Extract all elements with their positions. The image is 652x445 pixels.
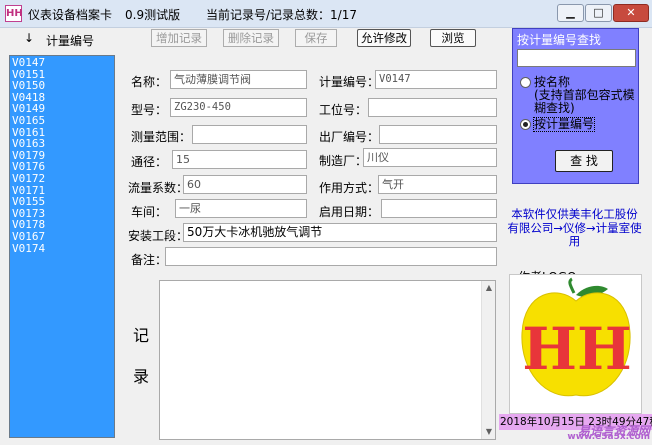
logo-stem xyxy=(568,277,576,294)
position-label: 工位号： xyxy=(319,103,368,117)
watermark-url: www.e5a5x.com xyxy=(567,432,650,442)
allow-edit-button[interactable]: 允许修改 xyxy=(357,29,411,47)
list-item[interactable]: V0174 xyxy=(12,242,112,255)
bore-field[interactable]: 15 xyxy=(172,150,307,169)
bore-label: 通径： xyxy=(131,155,168,169)
range-field[interactable] xyxy=(192,125,307,144)
list-item[interactable]: V0155 xyxy=(12,196,112,208)
range-label: 测量范围： xyxy=(131,130,192,144)
scroll-down-icon[interactable]: ▼ xyxy=(482,425,496,439)
radio-by-name-hint: (支持首部包容式模糊查找) xyxy=(534,88,635,115)
position-field[interactable] xyxy=(368,98,497,117)
serial-label: 出厂编号： xyxy=(319,130,380,144)
sort-arrow-icon[interactable]: ↓ xyxy=(24,31,34,45)
record-label-top: 记 xyxy=(133,326,150,345)
install-field[interactable]: 50万大卡冰机驰放气调节 xyxy=(183,223,497,242)
list-item[interactable]: V0147 xyxy=(12,57,112,69)
search-button[interactable]: 查 找 xyxy=(555,150,613,172)
close-button[interactable]: ✕ xyxy=(613,4,649,22)
action-label: 作用方式： xyxy=(319,181,380,195)
app-icon: HH xyxy=(5,5,23,22)
window-title: 仪表设备档案卡 xyxy=(28,8,113,22)
minimize-icon: ▁ xyxy=(566,6,575,19)
close-icon: ✕ xyxy=(626,6,636,19)
save-button[interactable]: 保存 xyxy=(295,29,337,47)
list-item[interactable]: V0167 xyxy=(12,231,112,243)
flow-field[interactable]: 60 xyxy=(183,175,307,194)
list-item[interactable]: V0172 xyxy=(12,173,112,185)
flow-label: 流量系数： xyxy=(128,181,189,195)
name-field[interactable]: 气动薄膜调节阀 xyxy=(170,70,307,89)
workshop-field[interactable]: 一尿 xyxy=(175,199,307,218)
maximize-icon: □ xyxy=(593,6,604,19)
serial-field[interactable] xyxy=(379,125,497,144)
remark-label: 备注： xyxy=(131,253,168,267)
search-input[interactable] xyxy=(517,49,636,67)
install-label: 安装工段： xyxy=(128,229,189,243)
add-record-button[interactable]: 增加记录 xyxy=(151,29,207,47)
record-memo[interactable]: ▲ ▼ xyxy=(159,280,496,440)
browse-button[interactable]: 浏览 xyxy=(430,29,476,47)
radio-by-code-label[interactable]: 按计量编号 xyxy=(532,117,596,132)
record-list[interactable]: V0147 V0151 V0150 V0418 V0149 V0165 V016… xyxy=(9,55,115,438)
start-date-field[interactable] xyxy=(381,199,497,218)
list-item[interactable]: V0163 xyxy=(12,138,112,150)
list-header[interactable]: 计量编号 xyxy=(46,32,94,49)
scroll-up-icon[interactable]: ▲ xyxy=(482,281,496,295)
memo-scrollbar[interactable]: ▲ ▼ xyxy=(481,281,495,439)
logo-letters: HH xyxy=(522,315,632,383)
radio-by-name[interactable] xyxy=(520,77,531,88)
search-panel: 按计量编号查找 按名称 (支持首部包容式模糊查找) 按计量编号 查 找 xyxy=(512,28,639,184)
remark-field[interactable] xyxy=(165,247,497,266)
maker-field[interactable]: 川仪 xyxy=(363,148,497,167)
maximize-button[interactable]: □ xyxy=(585,4,612,22)
name-label: 名称： xyxy=(131,75,168,89)
code-label: 计量编号： xyxy=(319,75,380,89)
window-version: 0.9测试版 xyxy=(125,8,181,22)
code-field[interactable]: V0147 xyxy=(375,70,497,89)
search-title: 按计量编号查找 xyxy=(517,33,602,47)
maker-label: 制造厂： xyxy=(319,154,368,168)
workshop-label: 车间： xyxy=(131,205,168,219)
delete-record-button[interactable]: 删除记录 xyxy=(223,29,279,47)
model-label: 型号： xyxy=(131,103,168,117)
title-bar[interactable]: HH 仪表设备档案卡 0.9测试版 当前记录号/记录总数：1/17 ▁ □ ✕ xyxy=(0,0,652,28)
logo-frame: HH xyxy=(509,274,642,414)
record-status: 当前记录号/记录总数：1/17 xyxy=(206,8,357,22)
radio-by-code[interactable] xyxy=(520,119,531,130)
model-field[interactable]: ZG230-450 xyxy=(170,98,307,117)
usage-notice: 本软件仅供美丰化工股份有限公司→仪修→计量室使用 xyxy=(507,207,642,248)
list-item[interactable]: V0165 xyxy=(12,115,112,127)
author-logo: HH xyxy=(521,277,632,397)
minimize-button[interactable]: ▁ xyxy=(557,4,584,22)
record-label-bottom: 录 xyxy=(133,367,150,386)
start-date-label: 启用日期： xyxy=(319,205,380,219)
action-field[interactable]: 气开 xyxy=(378,175,497,194)
